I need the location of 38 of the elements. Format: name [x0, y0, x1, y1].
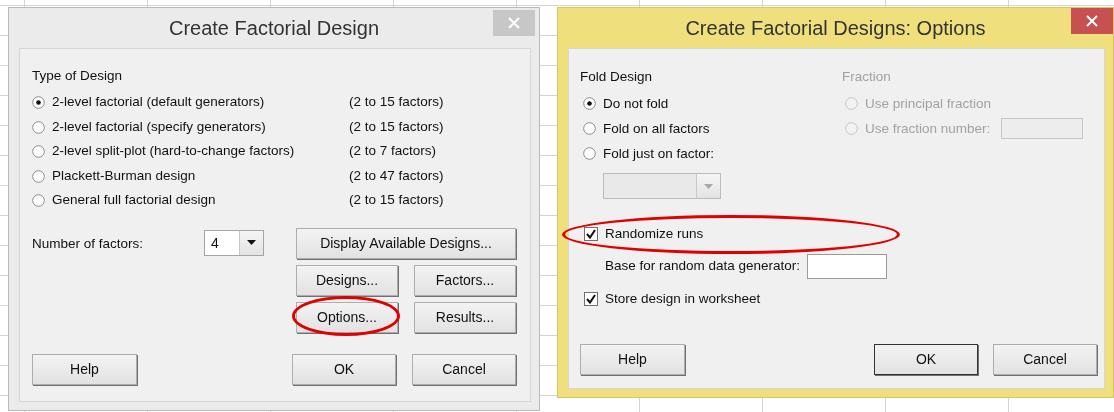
help-button[interactable]: Help [580, 344, 685, 376]
dropdown-arrow-icon[interactable] [247, 240, 256, 246]
group-label: Fraction [842, 68, 892, 86]
seed-input-field[interactable] [807, 253, 888, 279]
radio-label: 2-level factorial (default generators) [52, 93, 266, 112]
checkbox-label: Store design in worksheet [605, 289, 761, 308]
fraction-number-field[interactable] [1001, 118, 1084, 140]
radio-label: Fold on all factors [603, 119, 710, 138]
radio-label: Do not fold [603, 94, 669, 113]
factor-range: (2 to 47 factors) [349, 166, 444, 185]
checkbox[interactable] [584, 226, 598, 241]
radio-button[interactable] [583, 97, 596, 111]
close-icon [508, 17, 520, 29]
radio-button[interactable] [583, 122, 596, 136]
group-label: Type of Design [32, 67, 124, 85]
checkbox[interactable] [584, 291, 598, 306]
group-label: Fold Design [580, 68, 654, 86]
field-label: Number of factors: [32, 234, 145, 253]
radio-label: Fold just on factor: [603, 144, 715, 163]
checkbox-label: Randomize runs [605, 224, 704, 243]
radio-label: General full factorial design [52, 191, 217, 210]
close-icon [1086, 15, 1098, 27]
radio-button[interactable] [583, 147, 596, 161]
factor-range: (2 to 15 factors) [349, 117, 444, 136]
factor-range: (2 to 15 factors) [349, 191, 444, 210]
factor-range: (2 to 15 factors) [349, 93, 444, 112]
dialog-title: Create Factorial Design [168, 16, 380, 41]
cancel-button[interactable]: Cancel [993, 344, 1097, 376]
factor-range: (2 to 7 factors) [349, 142, 437, 161]
radio-label: Use fraction number: [865, 119, 991, 138]
radio-label: 2-level split-plot (hard-to-change factors) [52, 142, 296, 161]
field-label: Base for random data generator: [605, 257, 801, 276]
radio-label: Use principal fraction [865, 94, 992, 113]
ok-button[interactable]: OK [874, 344, 978, 376]
radio-label: Plackett-Burman design [52, 166, 197, 185]
radio-label: 2-level factorial (specify generators) [52, 117, 267, 136]
dialog-title: Create Factorial Designs: Options [685, 16, 986, 41]
close-button[interactable] [1071, 8, 1113, 34]
